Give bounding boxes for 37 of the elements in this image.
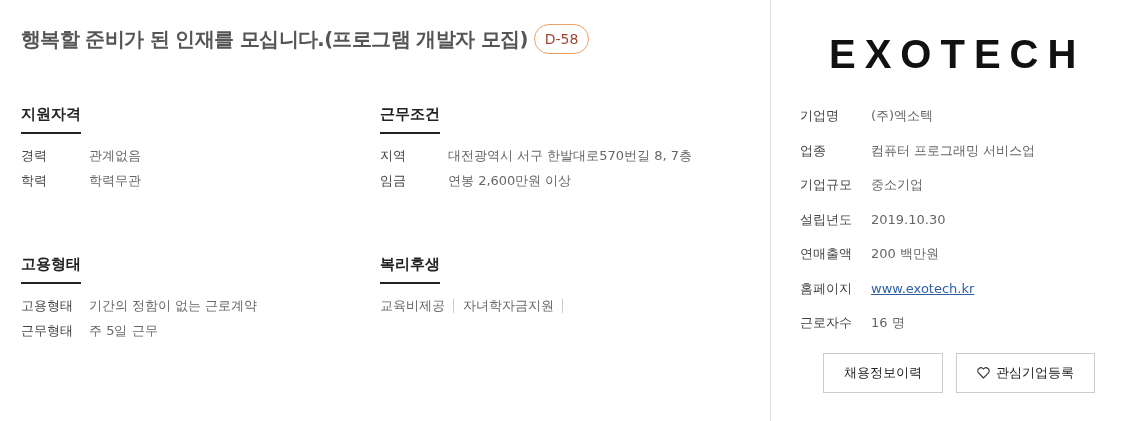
favorite-button[interactable]: 관심기업등록 bbox=[956, 353, 1095, 393]
field-value: 관계없음 bbox=[89, 147, 141, 165]
heart-icon bbox=[977, 367, 990, 379]
info-label: 기업규모 bbox=[800, 176, 853, 194]
section-heading: 지원자격 bbox=[21, 105, 81, 134]
posting-title: 행복할 준비가 된 인재를 모십니다.(프로그램 개발자 모집) bbox=[21, 26, 528, 53]
field-value: 기간의 정함이 없는 근로계약 bbox=[89, 297, 258, 315]
info-label: 기업명 bbox=[800, 107, 840, 125]
info-value: 2019.10.30 bbox=[871, 210, 946, 229]
field-value: 연봉 2,600만원 이상 bbox=[448, 172, 572, 190]
field-label: 고용형태 bbox=[21, 297, 74, 315]
company-logo: EXOTECH bbox=[829, 32, 1086, 76]
info-value: 컴퓨터 프로그래밍 서비스업 bbox=[871, 141, 1036, 160]
benefit-item: 교육비제공 bbox=[380, 299, 454, 313]
section-heading: 고용형태 bbox=[21, 255, 81, 284]
section-heading: 근무조건 bbox=[380, 105, 440, 134]
field-value: 주 5일 근무 bbox=[89, 322, 158, 340]
field-label: 경력 bbox=[21, 147, 48, 165]
info-value: (주)엑소텍 bbox=[871, 107, 934, 125]
field-label: 학력 bbox=[21, 172, 48, 190]
info-label: 근로자수 bbox=[800, 314, 853, 332]
field-value: 대전광역시 서구 한발대로570번길 8, 7층 bbox=[448, 147, 693, 165]
info-label: 연매출액 bbox=[800, 245, 853, 263]
benefit-item: 자녀학자금지원 bbox=[463, 299, 563, 313]
section-heading: 복리후생 bbox=[380, 255, 440, 284]
info-value: 16 명 bbox=[871, 314, 905, 332]
info-value: 중소기업 bbox=[871, 176, 923, 194]
homepage-link[interactable]: www.exotech.kr bbox=[871, 278, 975, 299]
info-value: 200 백만원 bbox=[871, 245, 939, 263]
info-label: 업종 bbox=[800, 141, 827, 160]
info-label: 홈페이지 bbox=[800, 279, 853, 298]
field-label: 지역 bbox=[380, 147, 407, 165]
field-label: 근무형태 bbox=[21, 322, 74, 340]
field-label: 임금 bbox=[380, 172, 407, 190]
field-value: 학력무관 bbox=[89, 172, 141, 190]
info-label: 설립년도 bbox=[800, 210, 853, 229]
history-button[interactable]: 채용정보이력 bbox=[823, 353, 943, 393]
